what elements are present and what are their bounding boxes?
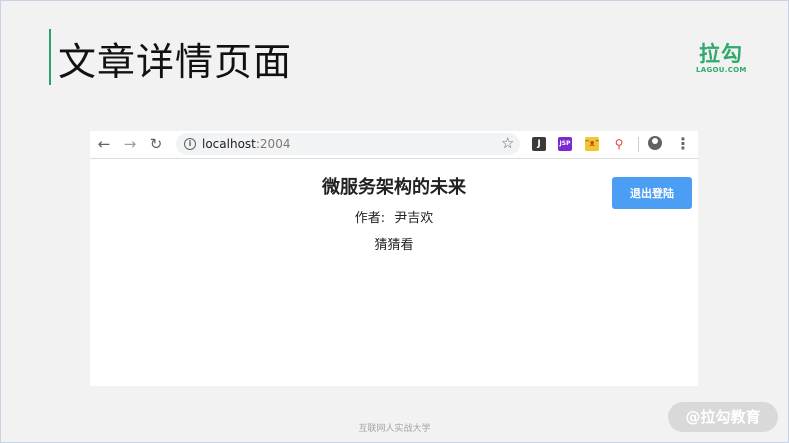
author-label: 作者: — [354, 211, 386, 226]
browser-window: ← → ↻ i localhost:2004 ☆ J JSP ᵔᴥᵔ ⚲ ⋮ 微… — [90, 131, 698, 386]
extension-j-icon[interactable]: J — [532, 137, 546, 151]
brand-logo-text: 拉勾 — [699, 42, 743, 66]
extension-face-icon[interactable]: ᵔᴥᵔ — [585, 137, 599, 151]
article-title: 微服务架构的未来 — [322, 177, 466, 198]
article-author: 作者: 尹吉欢 — [90, 210, 698, 228]
address-bar[interactable]: i localhost:2004 ☆ — [176, 133, 520, 155]
bookmark-star-icon[interactable]: ☆ — [501, 135, 514, 152]
account-icon[interactable] — [648, 136, 662, 150]
url-host: localhost — [202, 137, 256, 151]
forward-icon[interactable]: → — [121, 135, 139, 153]
back-icon[interactable]: ← — [95, 135, 113, 153]
logout-button[interactable]: 退出登陆 — [612, 177, 692, 209]
title-accent-bar — [49, 29, 51, 85]
extension-tool-icon[interactable]: ⚲ — [612, 137, 626, 151]
slide-title: 文章详情页面 — [58, 40, 293, 84]
article-body: 猜猜看 — [374, 238, 414, 253]
url-text: localhost:2004 — [202, 136, 290, 152]
author-name: 尹吉欢 — [394, 211, 434, 226]
info-icon[interactable]: i — [184, 138, 196, 150]
browser-toolbar: ← → ↻ i localhost:2004 ☆ J JSP ᵔᴥᵔ ⚲ ⋮ — [90, 131, 698, 159]
reload-icon[interactable]: ↻ — [147, 135, 165, 153]
url-port: :2004 — [255, 137, 291, 151]
toolbar-divider — [638, 137, 639, 152]
page-content: 微服务架构的未来 作者: 尹吉欢 猜猜看 退出登陆 — [90, 159, 698, 386]
brand-logo: 拉勾 LAGOU.COM — [696, 42, 746, 75]
brand-logo-subtext: LAGOU.COM — [696, 66, 747, 74]
watermark-badge: @拉勾教育 — [668, 402, 778, 432]
more-menu-icon[interactable]: ⋮ — [675, 135, 691, 153]
extension-jsp-icon[interactable]: JSP — [558, 137, 572, 151]
